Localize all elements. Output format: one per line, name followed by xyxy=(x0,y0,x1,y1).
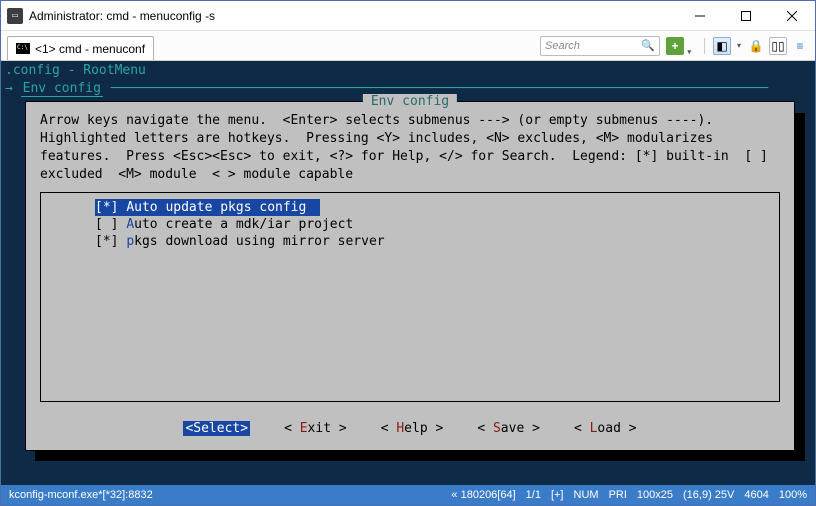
dropdown-icon[interactable]: ▾ xyxy=(735,37,743,55)
breadcrumb-line1: .config - RootMenu xyxy=(1,61,815,79)
menu-icon[interactable]: ≡ xyxy=(791,37,809,55)
status-cursor: (16,9) 25V xyxy=(683,489,734,501)
app-icon: ▭ xyxy=(7,8,23,24)
status-process: kconfig-mconf.exe*[*32]:8832 xyxy=(9,489,153,501)
window-titlebar: ▭ Administrator: cmd - menuconfig -s xyxy=(1,1,815,31)
menu-button[interactable]: <Select> xyxy=(183,421,250,436)
status-pri: PRI xyxy=(609,489,627,501)
button-row: <Select> < Exit > < Help > < Save > < Load > xyxy=(26,421,794,436)
menu-button[interactable]: < Load > xyxy=(574,421,637,436)
options-box: [*] Auto update pkgs config[ ] Auto crea… xyxy=(40,192,780,402)
status-bar: kconfig-mconf.exe*[*32]:8832 « 180206[64… xyxy=(1,485,815,505)
status-size: 100x25 xyxy=(637,489,673,501)
pane-icon[interactable]: ◧ xyxy=(713,37,731,55)
panel-help-text: Arrow keys navigate the menu. <Enter> se… xyxy=(26,102,794,190)
search-placeholder: Search xyxy=(545,40,580,52)
status-encoding: « 180206[64] xyxy=(451,489,515,501)
terminal-area: .config - RootMenu → Env config ────────… xyxy=(1,61,815,485)
close-button[interactable] xyxy=(769,1,815,30)
toolbar-separator xyxy=(704,38,705,54)
maximize-button[interactable] xyxy=(723,1,769,30)
status-insert: [+] xyxy=(551,489,564,501)
tab-cmd[interactable]: <1> cmd - menuconf xyxy=(7,36,154,60)
status-mem: 4604 xyxy=(744,489,768,501)
status-pct: 100% xyxy=(779,489,807,501)
menu-option[interactable]: [ ] Auto create a mdk/iar project xyxy=(41,216,779,233)
new-tab-button[interactable]: + xyxy=(666,37,684,55)
cmd-icon xyxy=(16,43,30,54)
search-icon: 🔍 xyxy=(641,39,655,52)
status-position: 1/1 xyxy=(526,489,541,501)
tab-bar: <1> cmd - menuconf Search 🔍 + ◧ ▾ 🔒 ▯▯ ≡ xyxy=(1,31,815,61)
window-title: Administrator: cmd - menuconfig -s xyxy=(29,9,677,23)
lock-icon[interactable]: 🔒 xyxy=(747,37,765,55)
menu-option[interactable]: [*] Auto update pkgs config xyxy=(95,199,320,216)
window-controls xyxy=(677,1,815,30)
columns-icon[interactable]: ▯▯ xyxy=(769,37,787,55)
menu-option[interactable]: [*] pkgs download using mirror server xyxy=(41,233,779,250)
menu-button[interactable]: < Save > xyxy=(477,421,540,436)
minimize-button[interactable] xyxy=(677,1,723,30)
menu-button[interactable]: < Help > xyxy=(381,421,444,436)
menu-button[interactable]: < Exit > xyxy=(284,421,347,436)
status-num: NUM xyxy=(574,489,599,501)
config-panel: Env config Arrow keys navigate the menu.… xyxy=(25,101,795,451)
search-input[interactable]: Search 🔍 xyxy=(540,36,660,56)
tab-label: <1> cmd - menuconf xyxy=(35,42,145,56)
toolbar: + ◧ ▾ 🔒 ▯▯ ≡ xyxy=(666,37,809,55)
panel-title: Env config xyxy=(363,94,457,109)
